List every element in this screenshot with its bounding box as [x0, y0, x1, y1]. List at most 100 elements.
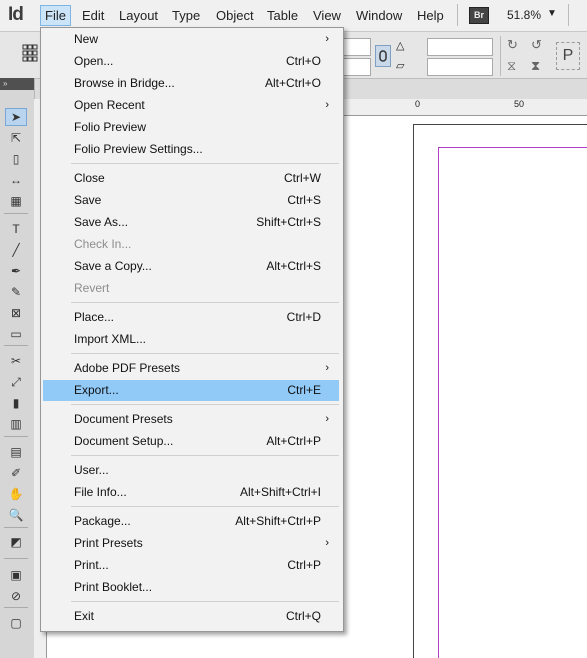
free-transform-tool[interactable]: ⤢	[5, 373, 27, 391]
page-tool[interactable]: ▯	[5, 150, 27, 168]
tool-separator	[4, 345, 28, 346]
menu-item-shortcut: Alt+Shift+Ctrl+I	[239, 485, 321, 499]
zoom-tool[interactable]: 🔍	[5, 506, 27, 524]
file-menu-item[interactable]: Save As... Shift+Ctrl+S	[43, 212, 339, 233]
menu-item-label: User...	[74, 463, 109, 477]
menu-item-label: Close	[74, 171, 105, 185]
rotation-field[interactable]	[427, 38, 493, 56]
type-tool[interactable]: T	[5, 220, 27, 238]
ruler-tick-label: 50	[514, 99, 525, 109]
menu-item-shortcut: Ctrl+O	[285, 54, 321, 68]
flip-horizontal-icon[interactable]: ⧖	[507, 58, 516, 74]
menu-item-label: Folio Preview Settings...	[74, 142, 203, 156]
reference-point-icon[interactable]	[21, 42, 39, 64]
menu-window[interactable]: Window	[352, 6, 406, 25]
horizontal-ruler[interactable]: 0 50	[344, 99, 587, 116]
bridge-button[interactable]: Br	[469, 7, 489, 24]
content-collector-tool[interactable]: ▦	[5, 192, 27, 210]
file-menu-item[interactable]: Place... Ctrl+D	[43, 307, 339, 328]
direct-selection-tool[interactable]: ⇱	[5, 129, 27, 147]
tool-separator	[4, 558, 28, 559]
tool-separator	[4, 607, 28, 608]
rectangle-tool[interactable]: ▭	[5, 325, 27, 343]
file-menu-item[interactable]: Revert	[43, 278, 339, 299]
menu-item-label: Print...	[74, 558, 109, 572]
menu-item-label: Place...	[74, 310, 115, 324]
menu-separator	[71, 404, 339, 405]
gradient-swatch-tool[interactable]: ▮	[5, 394, 27, 412]
scissors-tool[interactable]: ✂	[5, 352, 27, 370]
menu-edit[interactable]: Edit	[78, 6, 108, 25]
menu-table[interactable]: Table	[263, 6, 302, 25]
file-menu-item[interactable]: Folio Preview	[43, 117, 339, 138]
file-menu-item[interactable]: Browse in Bridge... Alt+Ctrl+O	[43, 73, 339, 94]
submenu-arrow-icon: ›	[325, 99, 329, 111]
height-field[interactable]	[343, 58, 371, 76]
rotate-cw-icon[interactable]: ↻	[507, 37, 518, 53]
menu-object[interactable]: Object	[212, 6, 258, 25]
flip-vertical-icon[interactable]: ⧗	[531, 58, 540, 74]
file-menu-item[interactable]: Document Setup... Alt+Ctrl+P	[43, 431, 339, 452]
constrain-proportions-icon[interactable]	[375, 45, 391, 67]
file-menu-item[interactable]: Close Ctrl+W	[43, 168, 339, 189]
menu-view[interactable]: View	[309, 6, 345, 25]
zoom-dropdown-icon[interactable]: ▼	[547, 8, 557, 19]
selection-tool[interactable]: ➤	[5, 108, 27, 126]
file-menu-item[interactable]: Package... Alt+Shift+Ctrl+P	[43, 511, 339, 532]
margin-guide	[438, 147, 439, 658]
menu-type[interactable]: Type	[168, 6, 204, 25]
normal-view-mode[interactable]: ▢	[5, 614, 27, 632]
file-menu-item[interactable]: Open... Ctrl+O	[43, 51, 339, 72]
file-menu-item[interactable]: User...	[43, 460, 339, 481]
file-menu-item[interactable]: Import XML...	[43, 329, 339, 350]
menu-item-label: Folio Preview	[74, 120, 147, 134]
gap-tool[interactable]: ↔	[5, 171, 27, 189]
pencil-tool[interactable]: ✎	[5, 283, 27, 301]
file-menu-item[interactable]: Save a Copy... Alt+Ctrl+S	[43, 256, 339, 277]
file-menu-item[interactable]: File Info... Alt+Shift+Ctrl+I	[43, 482, 339, 503]
shear-field[interactable]	[427, 58, 493, 76]
file-menu-item[interactable]: Check In...	[43, 234, 339, 255]
eyedropper-tool[interactable]: ✐	[5, 464, 27, 482]
file-menu-dropdown: New › Open... Ctrl+O Browse in Bridge... Alt+…	[40, 27, 344, 632]
menu-item-shortcut: Alt+Shift+Ctrl+P	[235, 514, 321, 528]
menu-separator	[71, 506, 339, 507]
gradient-feather-tool[interactable]: ▥	[5, 415, 27, 433]
apply-none[interactable]: ⊘	[5, 587, 27, 605]
menu-item-label: Document Presets	[74, 412, 173, 426]
file-menu-item[interactable]: Print Presets ›	[43, 533, 339, 554]
menu-layout[interactable]: Layout	[115, 6, 162, 25]
file-menu-item[interactable]: Adobe PDF Presets ›	[43, 358, 339, 379]
menu-item-shortcut: Ctrl+D	[286, 310, 321, 324]
menu-help[interactable]: Help	[413, 6, 448, 25]
submenu-arrow-icon: ›	[325, 537, 329, 549]
pen-tool[interactable]: ✒	[5, 262, 27, 280]
formatting-affects-container[interactable]: ▣	[5, 566, 27, 584]
file-menu-item[interactable]: Exit Ctrl+Q	[43, 606, 339, 627]
rotate-ccw-icon[interactable]: ↺	[531, 37, 542, 53]
file-menu-item[interactable]: Save Ctrl+S	[43, 190, 339, 211]
line-tool[interactable]: ╱	[5, 241, 27, 259]
menu-item-shortcut: Shift+Ctrl+S	[256, 215, 321, 229]
file-menu-item[interactable]: Export... Ctrl+E	[43, 380, 339, 401]
hand-tool[interactable]: ✋	[5, 485, 27, 503]
file-menu-item[interactable]: Folio Preview Settings...	[43, 139, 339, 160]
menu-item-label: Open...	[74, 54, 114, 68]
note-tool[interactable]: ▤	[5, 443, 27, 461]
menu-separator	[71, 353, 339, 354]
width-field[interactable]	[343, 38, 371, 56]
file-menu-item[interactable]: Open Recent ›	[43, 95, 339, 116]
submenu-arrow-icon: ›	[325, 33, 329, 45]
rectangle-frame-tool[interactable]: ⊠	[5, 304, 27, 322]
file-menu-item[interactable]: Print... Ctrl+P	[43, 555, 339, 576]
file-menu-item[interactable]: Print Booklet...	[43, 577, 339, 598]
file-menu-item[interactable]: New ›	[43, 29, 339, 50]
zoom-level[interactable]: 51.8%	[507, 8, 541, 22]
app-logo: Id	[8, 4, 24, 25]
file-menu-item[interactable]: Document Presets ›	[43, 409, 339, 430]
menu-file[interactable]: File	[40, 5, 71, 26]
tools-panel-header[interactable]: »	[0, 78, 34, 90]
menu-item-label: File Info...	[74, 485, 127, 499]
fill-stroke-swatch[interactable]: ◩	[5, 533, 27, 551]
controlbar-divider	[500, 36, 501, 76]
